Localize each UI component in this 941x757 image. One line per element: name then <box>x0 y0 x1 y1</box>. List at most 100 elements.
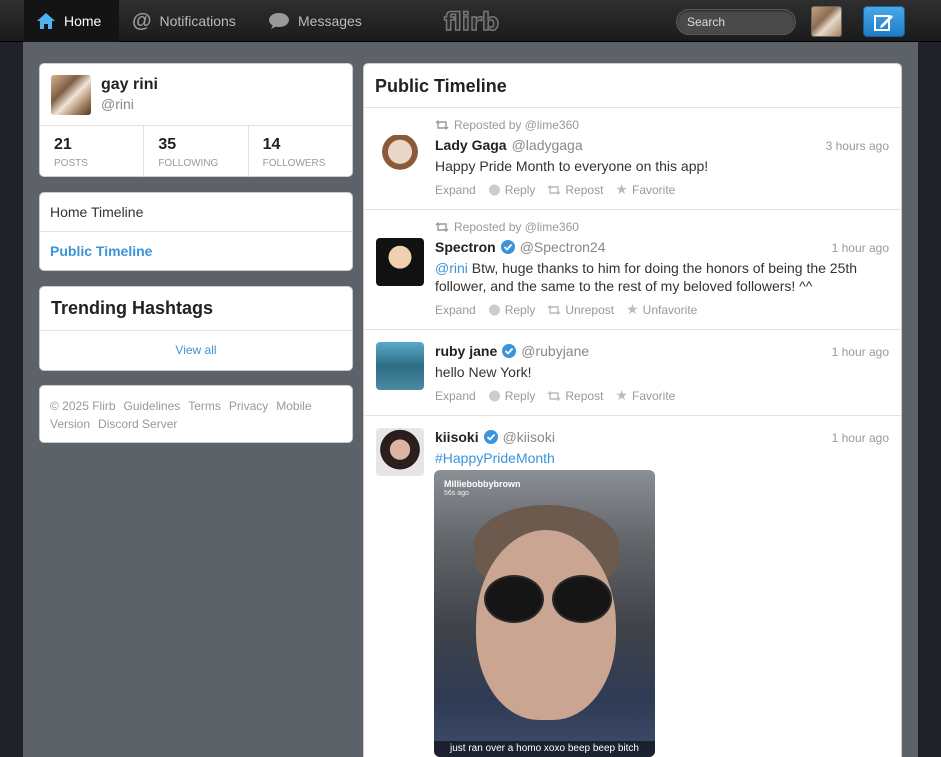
version-link[interactable]: Version <box>50 417 90 431</box>
tweet-author[interactable]: kiisoki @kiisoki <box>435 429 555 445</box>
favorite-button[interactable]: ★ Favorite <box>615 387 675 404</box>
nav-messages[interactable]: Messages <box>256 0 374 42</box>
repost-button[interactable]: Repost <box>547 181 603 198</box>
repost-text[interactable]: Reposted by @lime360 <box>454 118 579 132</box>
photo-username: Milliebobbybrown <box>444 479 521 489</box>
tweet-avatar[interactable] <box>376 238 424 286</box>
star-icon: ★ <box>615 181 628 197</box>
tweet-avatar[interactable] <box>376 342 424 390</box>
unrepost-button[interactable]: Unrepost <box>547 301 614 318</box>
tweet-author[interactable]: ruby jane @rubyjane <box>435 343 589 359</box>
expand-button[interactable]: Expand <box>435 387 476 404</box>
profile-handle: @rini <box>101 96 134 112</box>
tweet-time[interactable]: 1 hour ago <box>832 431 889 445</box>
tweet[interactable]: Reposted by @lime360 Spectron @Spectron2… <box>364 209 901 329</box>
nav-notifications-label: Notifications <box>159 13 236 29</box>
reply-icon <box>488 184 500 195</box>
user-avatar[interactable] <box>811 6 842 37</box>
reply-icon <box>488 304 500 315</box>
author-handle: @Spectron24 <box>519 239 606 255</box>
reply-icon <box>488 390 500 401</box>
repost-label: Repost <box>565 388 604 403</box>
profile-avatar[interactable] <box>51 75 91 115</box>
stat-followers[interactable]: 14 FOLLOWERS <box>249 126 352 177</box>
repost-icon <box>435 120 449 130</box>
compose-button[interactable] <box>863 6 905 37</box>
terms-link[interactable]: Terms <box>188 399 221 413</box>
tweet-text: @rini Btw, huge thanks to him for doing … <box>435 259 885 295</box>
reply-label: Reply <box>504 388 536 403</box>
unrepost-label: Unrepost <box>565 302 615 317</box>
repost-indicator: Reposted by @lime360 <box>435 220 579 234</box>
mention-link[interactable]: @rini <box>435 260 468 276</box>
author-handle: @ladygaga <box>511 137 583 153</box>
stat-posts-count: 21 <box>54 136 72 153</box>
repost-button[interactable]: Repost <box>547 387 603 404</box>
stat-followers-label: FOLLOWERS <box>262 158 326 169</box>
reply-button[interactable]: Reply <box>488 387 536 404</box>
tweet-time[interactable]: 1 hour ago <box>832 345 889 359</box>
reply-button[interactable]: Reply <box>488 181 535 198</box>
privacy-link[interactable]: Privacy <box>229 399 268 413</box>
favorite-label: Favorite <box>631 388 676 403</box>
author-name: Spectron <box>435 239 496 255</box>
tweet-time[interactable]: 1 hour ago <box>832 241 889 255</box>
author-name: ruby jane <box>435 343 498 359</box>
reply-button[interactable]: Reply <box>488 301 535 318</box>
tweet-text: #HappyPrideMonth <box>435 449 885 467</box>
tweet-time[interactable]: 3 hours ago <box>826 139 889 153</box>
repost-icon <box>547 390 561 401</box>
nav-home[interactable]: Home <box>24 0 119 42</box>
hashtag-link[interactable]: #HappyPrideMonth <box>435 450 555 466</box>
unfavorite-label: Unfavorite <box>642 302 698 317</box>
repost-text[interactable]: Reposted by @lime360 <box>454 220 579 234</box>
profile-stats: 21 POSTS 35 FOLLOWING 14 FOLLOWERS <box>40 125 352 177</box>
profile-card: gay rini @rini 21 POSTS 35 FOLLOWING 14 … <box>39 63 353 177</box>
photo-sunglasses-right <box>552 575 612 623</box>
speech-bubble-icon <box>269 13 289 29</box>
profile-name[interactable]: gay rini <box>101 76 158 94</box>
top-navigation-bar: Home @ Notifications Messages flirb Sear… <box>0 0 941 42</box>
tweet[interactable]: ruby jane @rubyjane 1 hour ago hello New… <box>364 329 901 415</box>
unfavorite-button[interactable]: ★ Unfavorite <box>626 301 697 318</box>
divider <box>40 330 352 331</box>
tweet-actions: Expand Reply Repost ★ Favorite <box>435 181 687 198</box>
author-name: kiisoki <box>435 429 479 445</box>
tweet-avatar[interactable] <box>376 135 424 183</box>
tweet[interactable]: Reposted by @lime360 Lady Gaga @ladygaga… <box>364 107 901 209</box>
view-all-link[interactable]: View all <box>40 343 352 357</box>
verified-badge-icon <box>500 240 515 254</box>
home-timeline-link[interactable]: Home Timeline <box>40 193 352 232</box>
photo-sunglasses-left <box>484 575 544 623</box>
verified-badge-icon <box>502 344 517 358</box>
tweet-author[interactable]: Spectron @Spectron24 <box>435 239 606 255</box>
tweet-avatar[interactable] <box>376 428 424 476</box>
public-timeline-link[interactable]: Public Timeline <box>40 232 352 271</box>
discord-link[interactable]: Discord Server <box>98 417 177 431</box>
photo-face <box>476 530 616 720</box>
expand-button[interactable]: Expand <box>435 181 476 198</box>
guidelines-link[interactable]: Guidelines <box>124 399 181 413</box>
nav-notifications[interactable]: @ Notifications <box>120 0 248 42</box>
expand-label: Expand <box>435 182 476 197</box>
author-handle: @rubyjane <box>521 343 590 359</box>
tweet-photo[interactable]: Milliebobbybrown 56s ago just ran over a… <box>434 470 655 757</box>
favorite-button[interactable]: ★ Favorite <box>615 181 675 198</box>
author-name: Lady Gaga <box>435 137 507 153</box>
search-input[interactable]: Search <box>676 9 796 35</box>
mobile-link[interactable]: Mobile <box>276 399 311 413</box>
copyright: © 2025 Flirb <box>50 399 116 413</box>
tweet-actions: Expand Reply Repost ★ Favorite <box>435 387 687 404</box>
compose-icon <box>874 14 893 31</box>
tweet-author[interactable]: Lady Gaga @ladygaga <box>435 137 583 153</box>
expand-button[interactable]: Expand <box>435 301 476 318</box>
stat-posts[interactable]: 21 POSTS <box>40 126 145 177</box>
flirb-logo[interactable]: flirb <box>443 7 500 37</box>
tweet-actions: Expand Reply Unrepost ★ Unfavorite <box>435 301 709 318</box>
author-handle: @kiisoki <box>502 429 555 445</box>
repost-icon <box>547 184 561 195</box>
photo-caption: just ran over a homo xoxo beep beep bitc… <box>434 741 655 757</box>
expand-label: Expand <box>435 302 476 317</box>
star-icon: ★ <box>626 301 639 317</box>
stat-following[interactable]: 35 FOLLOWING <box>144 126 249 177</box>
